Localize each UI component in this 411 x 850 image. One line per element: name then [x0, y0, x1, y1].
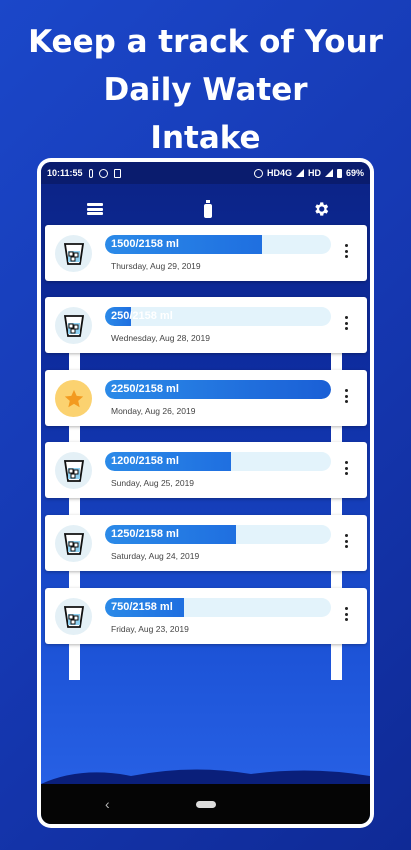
more-options-icon[interactable] [345, 389, 349, 403]
intake-progress-bar: 1250/2158 ml [105, 525, 331, 544]
more-options-icon[interactable] [345, 316, 349, 330]
intake-amount: 2250/2158 ml [111, 383, 179, 395]
intake-amount: 750/2158 ml [111, 601, 173, 613]
headline-line-1: Keep a track of Your [28, 24, 383, 60]
intake-card[interactable]: 1500/2158 ml Thursday, Aug 29, 2019 [45, 225, 367, 281]
status-bar: 10:11:55 HD4G HD 69% [41, 162, 370, 184]
alarm-icon-right [253, 168, 263, 178]
hills-decoration [41, 769, 370, 784]
intake-date: Sunday, Aug 25, 2019 [111, 478, 195, 488]
more-options-icon[interactable] [345, 534, 349, 548]
intake-progress-bar: 250/2158 ml [105, 307, 331, 326]
intake-progress-bar: 1200/2158 ml [105, 452, 331, 471]
phone-frame: 10:11:55 HD4G HD 69% 1500/2158 ml Thursd… [37, 158, 374, 828]
status-network-2: HD [307, 168, 321, 178]
intake-progress-bar: 2250/2158 ml [105, 380, 331, 399]
intake-date: Saturday, Aug 24, 2019 [111, 551, 200, 561]
gear-icon[interactable] [312, 200, 330, 218]
list-icon[interactable] [87, 203, 103, 215]
intake-amount: 250/2158 ml [111, 310, 173, 322]
intake-card[interactable]: 750/2158 ml Friday, Aug 23, 2019 [45, 588, 367, 644]
intake-card[interactable]: 250/2158 ml Wednesday, Aug 28, 2019 [45, 297, 367, 353]
headline-line-2: Daily Water [103, 72, 308, 108]
intake-progress-bar: 750/2158 ml [105, 598, 331, 617]
glass-icon [55, 525, 92, 562]
intake-date: Thursday, Aug 29, 2019 [111, 261, 201, 271]
more-options-icon[interactable] [345, 607, 349, 621]
intake-date: Wednesday, Aug 28, 2019 [111, 333, 210, 343]
star-icon [55, 380, 92, 417]
headline-line-3: Intake [150, 120, 261, 156]
home-button[interactable] [195, 800, 216, 808]
intake-amount: 1250/2158 ml [111, 528, 179, 540]
more-options-icon[interactable] [345, 461, 349, 475]
signal-icon [295, 169, 304, 177]
glass-icon [55, 235, 92, 272]
notification-icon [113, 168, 121, 178]
intake-card[interactable]: 2250/2158 ml Monday, Aug 26, 2019 [45, 370, 367, 426]
headline: Keep a track of Your Daily Water Intake [0, 18, 411, 162]
intake-progress-bar: 1500/2158 ml [105, 235, 331, 254]
app-screen: 10:11:55 HD4G HD 69% 1500/2158 ml Thursd… [41, 162, 370, 824]
navigation-bar: ‹ [41, 784, 370, 824]
intake-date: Friday, Aug 23, 2019 [111, 624, 189, 634]
thermometer-icon [88, 168, 93, 178]
alarm-icon [98, 168, 108, 178]
battery-icon [336, 168, 342, 178]
glass-icon [55, 598, 92, 635]
glass-icon [55, 307, 92, 344]
status-time: 10:11:55 [47, 168, 83, 178]
intake-card[interactable]: 1250/2158 ml Saturday, Aug 24, 2019 [45, 515, 367, 571]
intake-amount: 1500/2158 ml [111, 238, 179, 250]
intake-amount: 1200/2158 ml [111, 455, 179, 467]
status-network: HD4G [266, 168, 292, 178]
signal-icon-2 [324, 169, 333, 177]
bottle-icon[interactable] [203, 200, 212, 218]
back-button[interactable]: ‹ [105, 796, 110, 812]
more-options-icon[interactable] [345, 244, 349, 258]
glass-icon [55, 452, 92, 489]
intake-date: Monday, Aug 26, 2019 [111, 406, 196, 416]
status-battery: 69% [345, 168, 364, 178]
intake-card[interactable]: 1200/2158 ml Sunday, Aug 25, 2019 [45, 442, 367, 498]
